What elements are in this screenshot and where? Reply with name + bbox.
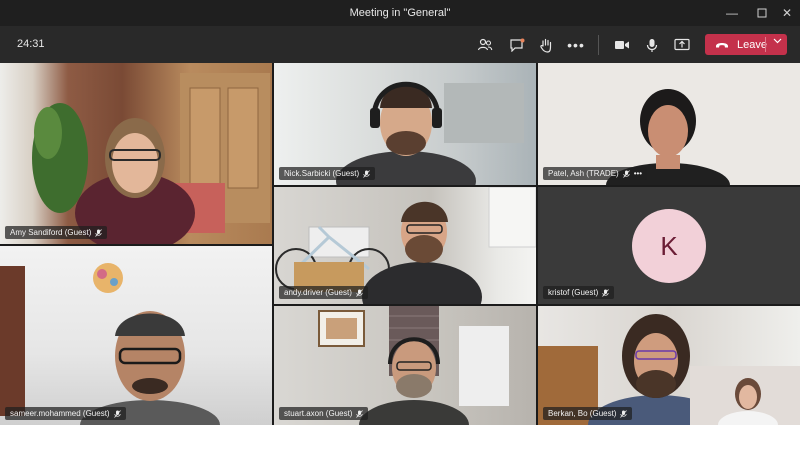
hang-up-icon [711,41,733,49]
people-icon[interactable] [474,34,496,56]
camera-icon[interactable] [611,34,633,56]
participant-name: andy.driver (Guest) [284,288,352,297]
microphone-icon [622,169,630,178]
meeting-toolbar: 24:31 ••• Leave [0,26,800,63]
participant-name-tag: Amy Sandiford (Guest) [5,226,108,239]
video-grid: Amy Sandiford (Guest) Nick.Sarbicki (Gue… [0,63,800,425]
video-tile[interactable]: Berkan, Bo (Guest) [538,306,800,425]
chevron-down-icon[interactable] [768,38,786,44]
participant-name: stuart.axon (Guest) [284,409,353,418]
participant-name: sameer.mohammed (Guest) [10,409,110,418]
close-icon[interactable]: ✕ [772,0,800,26]
minimize-icon[interactable]: — [717,0,747,26]
video-tile[interactable]: Patel, Ash (TRADE) ••• [538,63,800,185]
video-tile[interactable]: Nick.Sarbicki (Guest) [274,63,536,185]
microphone-icon [620,409,628,418]
avatar: K [632,209,706,283]
participant-name-tag: Nick.Sarbicki (Guest) [279,167,376,180]
participant-more-icon[interactable]: ••• [634,169,642,178]
participant-name: kristof (Guest) [548,288,599,297]
participant-name-tag: Berkan, Bo (Guest) [543,407,633,420]
leave-button[interactable]: Leave [705,34,787,55]
video-tile[interactable]: sameer.mohammed (Guest) [0,246,272,425]
microphone-icon [113,409,121,418]
self-view-video [690,366,800,425]
title-bar: Meeting in "General" — ✕ [0,0,800,26]
video-tile[interactable]: andy.driver (Guest) [274,187,536,304]
self-view[interactable] [690,366,800,425]
video-tile[interactable]: K kristof (Guest) [538,187,800,304]
bottom-area [0,425,800,465]
participant-name-tag: stuart.axon (Guest) [279,407,369,420]
participant-name-tag: sameer.mohammed (Guest) [5,407,126,420]
window-title: Meeting in "General" [349,7,451,19]
toolbar-divider [598,35,599,55]
microphone-icon [356,288,363,297]
participant-name-tag: andy.driver (Guest) [279,286,368,299]
participant-name: Patel, Ash (TRADE) [548,169,619,178]
microphone-icon [602,288,610,297]
participant-video [0,263,220,425]
video-tile[interactable]: stuart.axon (Guest) [274,306,536,425]
participant-name-tag: Patel, Ash (TRADE) ••• [543,167,648,180]
more-icon[interactable]: ••• [565,34,587,56]
raise-hand-icon[interactable] [535,34,557,56]
participant-name-tag: kristof (Guest) [543,286,615,299]
participant-video [32,73,270,244]
leave-label: Leave [737,38,767,51]
video-tile[interactable]: Amy Sandiford (Guest) [0,63,272,244]
microphone-icon [95,228,103,237]
microphone-icon[interactable] [641,34,663,56]
share-icon[interactable] [671,34,693,56]
participant-name: Berkan, Bo (Guest) [548,409,617,418]
participant-name: Amy Sandiford (Guest) [10,228,92,237]
microphone-icon [356,409,364,418]
chat-icon[interactable] [506,34,528,56]
leave-divider [765,37,766,52]
meeting-timer: 24:31 [17,38,45,50]
microphone-icon [363,169,370,178]
participant-name: Nick.Sarbicki (Guest) [284,169,360,178]
